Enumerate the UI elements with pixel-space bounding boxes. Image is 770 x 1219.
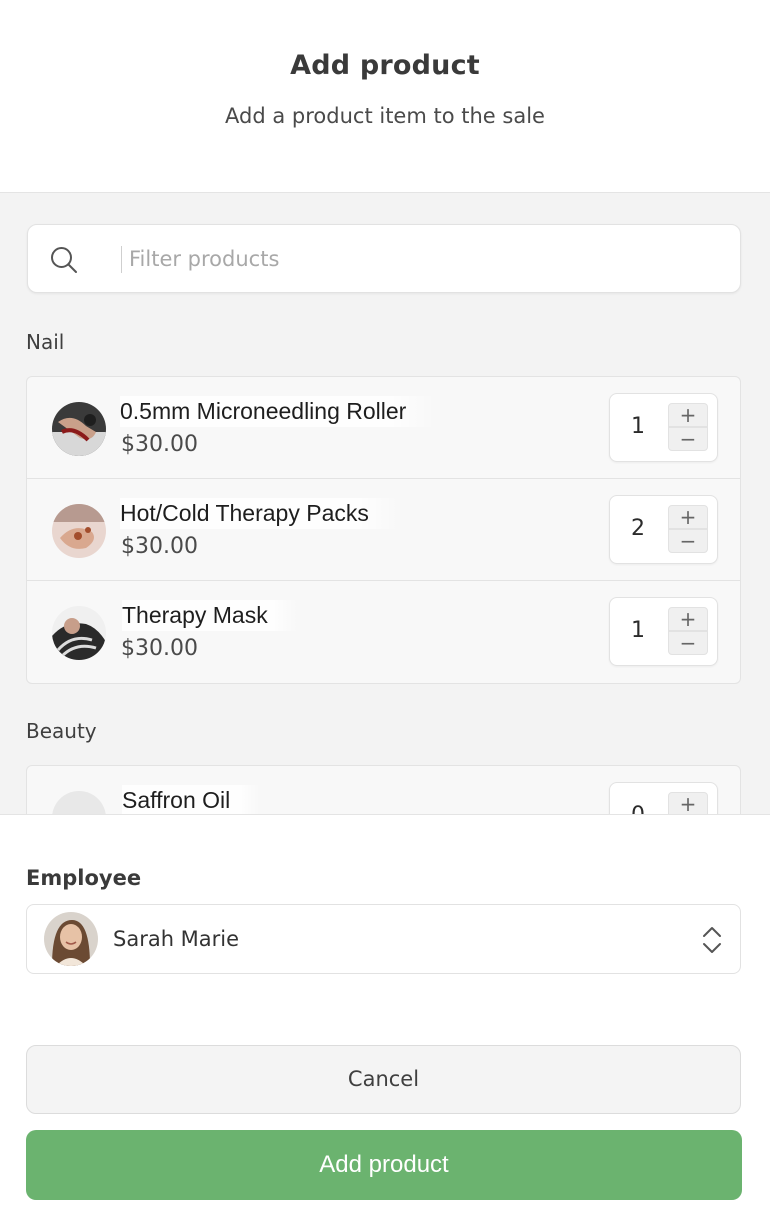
product-list-beauty: Saffron Oil 0 + − <box>26 765 741 814</box>
quantity-stepper[interactable]: 1 + − <box>609 393 718 462</box>
product-list-nail: 0.5mm Microneedling Roller $30.00 1 + − … <box>26 376 741 684</box>
decrement-button[interactable]: − <box>668 427 708 451</box>
employee-select[interactable]: Sarah Marie <box>26 904 741 974</box>
filter-products-input[interactable] <box>129 239 719 279</box>
quantity-stepper[interactable]: 1 + − <box>609 597 718 666</box>
product-price: $30.00 <box>121 636 198 661</box>
product-thumbnail <box>52 504 106 558</box>
category-label-nail: Nail <box>26 330 65 354</box>
product-thumbnail <box>52 402 106 456</box>
product-row[interactable]: Therapy Mask $30.00 1 + − <box>27 581 740 683</box>
employee-label: Employee <box>26 866 142 890</box>
decrement-button[interactable]: − <box>668 631 708 655</box>
quantity-value: 1 <box>631 414 645 439</box>
quantity-value: 2 <box>631 516 645 541</box>
increment-button[interactable]: + <box>668 403 708 427</box>
product-name: Therapy Mask <box>122 600 298 631</box>
product-placeholder-icon <box>52 791 106 814</box>
product-name: Saffron Oil <box>122 785 261 814</box>
modal-title: Add product <box>290 50 480 81</box>
chevron-up-down-icon <box>703 927 721 953</box>
product-name: 0.5mm Microneedling Roller <box>120 396 437 427</box>
increment-button[interactable]: + <box>668 505 708 529</box>
product-search-box[interactable] <box>27 224 741 293</box>
quantity-value: 1 <box>631 618 645 643</box>
product-thumbnail <box>52 606 106 660</box>
search-icon <box>51 247 77 273</box>
modal-subtitle: Add a product item to the sale <box>225 104 545 128</box>
selected-employee-name: Sarah Marie <box>113 927 240 951</box>
product-price: $30.00 <box>121 534 198 559</box>
avatar <box>44 912 98 966</box>
quantity-value: 0 <box>610 803 666 814</box>
quantity-stepper[interactable]: 0 + − <box>609 782 718 814</box>
product-row[interactable]: Saffron Oil 0 + − <box>27 766 740 814</box>
decrement-button[interactable]: − <box>668 529 708 553</box>
add-product-button[interactable]: Add product <box>26 1130 742 1200</box>
category-label-beauty: Beauty <box>26 719 97 743</box>
product-row[interactable]: 0.5mm Microneedling Roller $30.00 1 + − <box>27 377 740 479</box>
quantity-stepper[interactable]: 2 + − <box>609 495 718 564</box>
product-list-scroll-area[interactable]: Nail 0.5mm Microneedling Roller $30.00 1… <box>0 193 770 814</box>
increment-button[interactable]: + <box>668 607 708 631</box>
cancel-button[interactable]: Cancel <box>26 1045 741 1114</box>
modal-header: Add product Add a product item to the sa… <box>0 0 770 193</box>
product-price: $30.00 <box>121 432 198 457</box>
product-row[interactable]: Hot/Cold Therapy Packs $30.00 2 + − <box>27 479 740 581</box>
modal-footer: Employee Sarah Marie Cancel Add product <box>0 814 770 1219</box>
increment-button[interactable]: + <box>668 792 708 814</box>
product-name: Hot/Cold Therapy Packs <box>120 498 399 529</box>
search-divider <box>121 246 122 273</box>
